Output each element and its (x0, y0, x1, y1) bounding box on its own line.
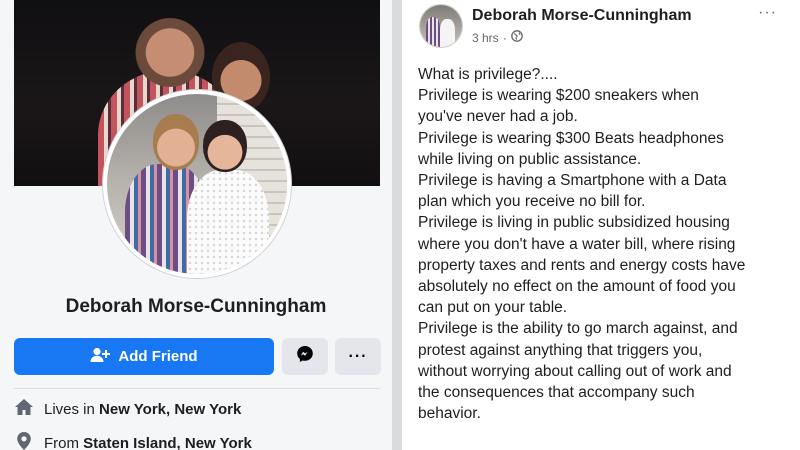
more-icon: ··· (348, 347, 368, 365)
post-line: Privilege is the ability to go march aga… (418, 320, 738, 338)
post-line: What is privilege?.... (418, 66, 558, 83)
profile-photo (107, 94, 287, 274)
post-line: while living on public assistance. (418, 150, 642, 168)
post-author-name[interactable]: Deborah Morse-Cunningham (472, 7, 692, 25)
post-more-icon[interactable]: ··· (758, 4, 777, 22)
message-button[interactable] (282, 338, 328, 375)
from-label: From (44, 434, 79, 450)
post-line: where you don't have a water bill, where… (418, 235, 736, 253)
post-line: absolutely no effect on the amount of fo… (418, 278, 736, 296)
globe-icon (510, 30, 523, 45)
post-body: What is privilege?.... Privilege is wear… (418, 64, 794, 424)
photo-person-2 (187, 170, 269, 274)
post-line: Privilege is having a Smartphone with a … (418, 172, 727, 190)
lives-in-row: Lives in New York, New York (14, 398, 241, 420)
post-line: plan which you receive no bill for. (418, 193, 646, 211)
more-options-button[interactable]: ··· (335, 338, 381, 375)
post-time[interactable]: 3 hrs (472, 31, 499, 45)
post-line: protest against anything that triggers y… (418, 341, 703, 359)
add-friend-icon (90, 347, 111, 367)
lives-in-link[interactable]: New York, New York (99, 401, 241, 418)
messenger-icon (296, 345, 314, 368)
photo-person-1-head (153, 114, 199, 170)
post-line: the consequences that accompany such (418, 384, 695, 402)
divider (14, 388, 380, 389)
meta-separator: · (502, 30, 507, 45)
post-line: property taxes and rents and energy cost… (418, 256, 746, 274)
location-pin-icon (14, 431, 34, 450)
post-meta: 3 hrs · (472, 30, 523, 45)
post-line: without worrying about calling out of wo… (418, 362, 732, 380)
avatar-person-1 (426, 17, 440, 47)
photo-person-2-head (203, 120, 247, 172)
post-line: behavior. (418, 405, 481, 423)
profile-picture[interactable] (103, 90, 291, 278)
post-line: Privilege is wearing $300 Beats headphon… (418, 129, 724, 147)
post-line: Privilege is wearing $200 sneakers when (418, 87, 699, 105)
add-friend-button[interactable]: Add Friend (14, 338, 274, 375)
profile-name: Deborah Morse-Cunningham (65, 296, 327, 317)
post-panel: Deborah Morse-Cunningham 3 hrs · ··· Wha… (402, 0, 800, 450)
post-line: you've never had a job. (418, 108, 578, 126)
post-line: Privilege is living in public subsidized… (418, 214, 730, 232)
from-row: From Staten Island, New York (14, 432, 252, 450)
post-author-avatar[interactable] (420, 5, 462, 47)
home-icon (14, 398, 34, 420)
post-line: can put on your table. (418, 299, 568, 317)
profile-panel: Deborah Morse-Cunningham Add Friend ··· (0, 0, 392, 450)
lives-in-label: Lives in (44, 400, 95, 418)
add-friend-label: Add Friend (118, 348, 198, 365)
avatar-person-2 (440, 19, 455, 47)
from-link[interactable]: Staten Island, New York (83, 435, 252, 450)
